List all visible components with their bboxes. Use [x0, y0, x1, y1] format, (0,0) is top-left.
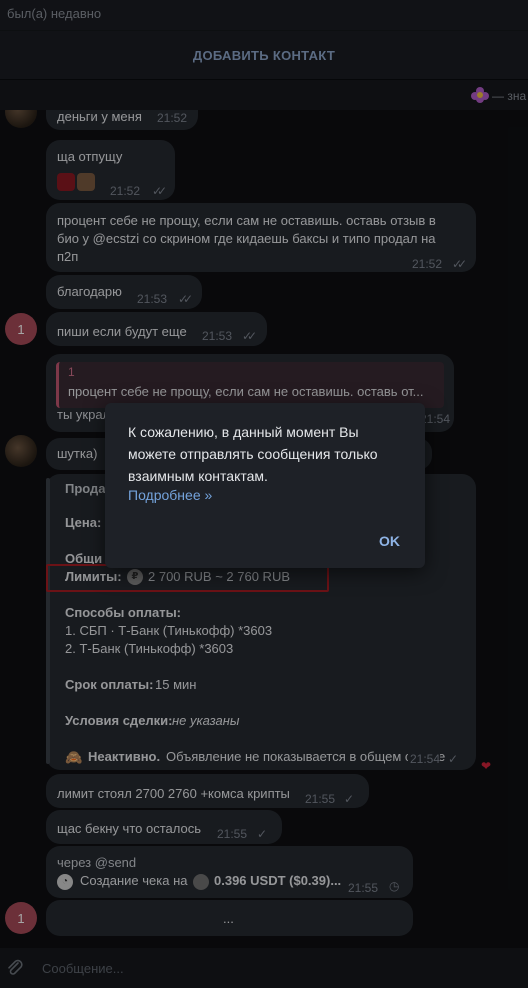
message-time: 21:55: [305, 792, 336, 806]
message-text: ...: [223, 911, 234, 926]
add-contact-bar[interactable]: ДОБАВИТЬ КОНТАКТ: [0, 30, 528, 80]
heart-reaction-icon[interactable]: ❤: [478, 758, 494, 774]
message-bubble[interactable]: ...: [46, 900, 413, 936]
clock-icon: ◔: [57, 874, 73, 890]
pinned-bar[interactable]: — зна: [0, 80, 528, 110]
message-text: ща отпущу: [57, 149, 123, 164]
message-bubble[interactable]: процент себе не прощу, если сам не остав…: [46, 203, 476, 272]
message-bubble[interactable]: щас бекну что осталось 21:55 ✓: [46, 810, 282, 844]
chat-header: был(а) недавно: [0, 0, 528, 30]
message-bubble[interactable]: через @send ◔ Создание чека на 0.396 USD…: [46, 846, 413, 898]
message-time: 21:53: [137, 292, 168, 306]
message-bubble[interactable]: лимит стоял 2700 2760 +комса крипты 21:5…: [46, 774, 369, 808]
read-check-icon: ✓✓: [178, 292, 193, 306]
message-time: 21:52: [110, 184, 141, 198]
message-time: 21:54: [408, 750, 441, 768]
card-accent-line: [46, 478, 50, 764]
restriction-dialog: К сожалению, в данный момент Вы можете о…: [105, 403, 425, 568]
avatar[interactable]: 1: [5, 902, 37, 934]
message-text: пиши если будут еще: [57, 324, 187, 339]
message-time: 21:52: [412, 257, 443, 271]
sticker-emojis: [57, 172, 95, 191]
last-seen-status: был(а) недавно: [7, 6, 102, 21]
ad-title: Прода: [65, 481, 106, 496]
check-amount: 0.396 USDT ($0.39)...: [214, 873, 342, 888]
dialog-line: можете отправлять сообщения только: [128, 446, 378, 462]
monkey-emoji-icon: 🙈: [65, 749, 83, 765]
message-bubble[interactable]: пиши если будут еще 21:53 ✓✓: [46, 312, 267, 346]
dialog-line: К сожалению, в данный момент Вы: [128, 424, 359, 440]
message-text: благодарю: [57, 284, 122, 299]
avatar-letter: 1: [17, 910, 25, 926]
reply-quote[interactable]: 1 процент себе не прощу, если сам не ост…: [56, 362, 444, 408]
message-bubble[interactable]: деньги у меня 21:52: [46, 110, 198, 130]
message-time: 21:55: [348, 881, 379, 895]
bot-title: через @send: [57, 855, 137, 870]
payment-method: 2. Т-Банк (Тинькофф) *3603: [65, 641, 234, 656]
message-bubble[interactable]: благодарю 21:53 ✓✓: [46, 275, 202, 309]
message-text: п2п: [57, 249, 79, 264]
read-check-icon: ✓✓: [242, 329, 257, 343]
avatar[interactable]: [5, 435, 37, 467]
term-value: 15 мин: [155, 677, 197, 692]
sent-check-icon: ✓: [448, 752, 459, 766]
message-time: 21:53: [202, 329, 233, 343]
conditions-value: не указаны: [172, 713, 240, 728]
message-text: ты украл: [57, 407, 111, 422]
term-label: Срок оплаты:: [65, 677, 154, 692]
quote-text: процент себе не прощу, если сам не остав…: [68, 384, 424, 399]
learn-more-link[interactable]: Подробнее »: [128, 487, 212, 503]
message-composer[interactable]: Сообщение...: [0, 948, 528, 988]
add-contact-button[interactable]: ДОБАВИТЬ КОНТАКТ: [193, 48, 335, 63]
usdt-coin-icon: [193, 874, 209, 890]
message-bubble[interactable]: ща отпущу 21:52 ✓✓: [46, 140, 175, 200]
sent-check-icon: ✓: [344, 792, 355, 806]
conditions-label: Условия сделки:: [65, 713, 173, 728]
message-time: 21:55: [217, 827, 248, 841]
message-text: щас бекну что осталось: [57, 821, 201, 836]
message-text: процент себе не прощу, если сам не остав…: [57, 213, 436, 228]
ok-button[interactable]: OK: [379, 533, 400, 549]
payment-label: Способы оплаты:: [65, 605, 182, 620]
inactive-label: Неактивно.: [88, 749, 161, 764]
message-text: Создание чека на: [80, 873, 188, 888]
limits-highlight-box: [46, 564, 329, 592]
pending-clock-icon: ◷: [389, 879, 400, 893]
attach-paperclip-icon[interactable]: [5, 958, 25, 978]
pinned-text: — зна: [492, 89, 527, 103]
dialog-line: взаимным контактам.: [128, 468, 268, 484]
message-text: шутка): [57, 446, 98, 461]
read-check-icon: ✓✓: [152, 184, 167, 198]
message-time: 21:52: [157, 111, 188, 125]
quote-author: 1: [68, 365, 75, 379]
message-text: деньги у меня: [57, 110, 142, 124]
payment-method: 1. СБП · Т-Банк (Тинькофф) *3603: [65, 623, 273, 638]
avatar[interactable]: 1: [5, 313, 37, 345]
avatar-letter: 1: [17, 321, 25, 337]
read-check-icon: ✓✓: [452, 257, 467, 271]
message-text: био у @ecstzi со скрином где кидаешь бак…: [57, 231, 436, 246]
flower-emoji-icon: [471, 87, 489, 103]
sent-check-icon: ✓: [257, 827, 268, 841]
price-label: Цена:: [65, 515, 102, 530]
dialog-message: К сожалению, в данный момент Вы можете о…: [128, 421, 413, 487]
message-input[interactable]: Сообщение...: [42, 961, 124, 976]
message-text: лимит стоял 2700 2760 +комса крипты: [57, 786, 290, 801]
avatar[interactable]: [5, 110, 37, 128]
